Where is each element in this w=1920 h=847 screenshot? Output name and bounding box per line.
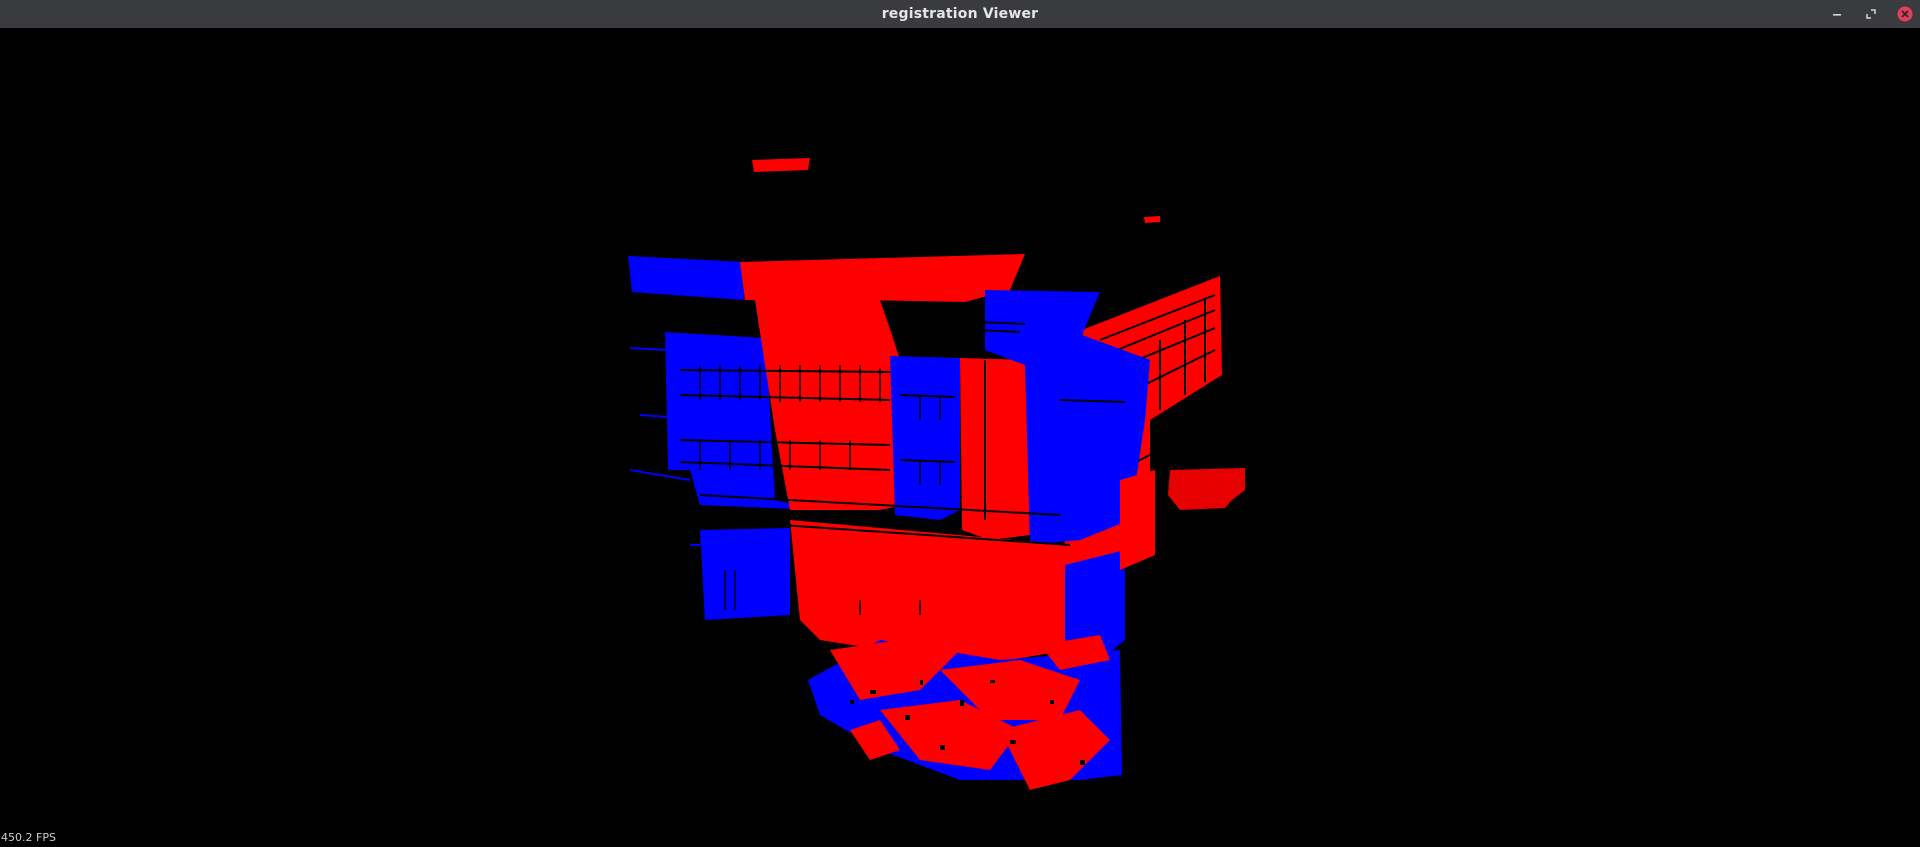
close-icon[interactable] xyxy=(1896,5,1914,23)
pointcloud-target-lower-left xyxy=(700,528,790,620)
window-controls xyxy=(1828,0,1914,28)
pointcloud-source-roof xyxy=(740,254,1025,302)
pointcloud-source-lower-right xyxy=(1120,470,1155,570)
pointcloud-source-middle xyxy=(755,300,905,510)
pointcloud-viewport[interactable]: 450.2 FPS xyxy=(0,28,1920,847)
window-title: registration Viewer xyxy=(881,6,1039,22)
maximize-icon[interactable] xyxy=(1862,5,1880,23)
minimize-icon[interactable] xyxy=(1828,5,1846,23)
fps-counter: 450.2 FPS xyxy=(1,831,56,844)
pointcloud-fragment-small xyxy=(1144,216,1160,223)
pointcloud-target-balcony xyxy=(890,356,960,520)
pointcloud-source-stair xyxy=(1168,468,1245,510)
window-titlebar[interactable]: registration Viewer xyxy=(0,0,1920,29)
pointcloud-scene xyxy=(628,158,1245,790)
pointcloud-fragment-roof xyxy=(752,158,810,172)
pointcloud-target-roof xyxy=(628,256,744,300)
